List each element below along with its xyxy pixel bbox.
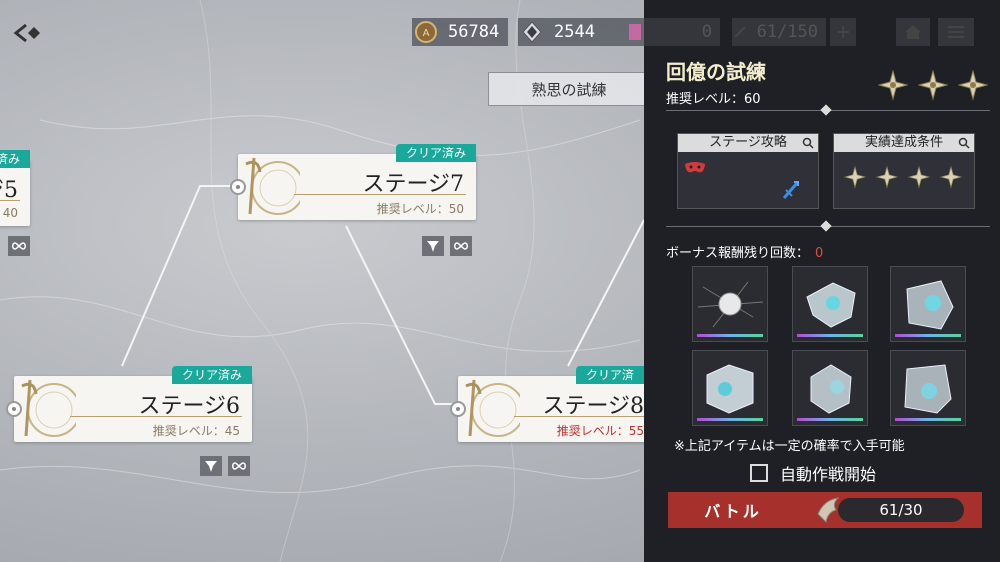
star-icon bbox=[958, 70, 988, 100]
stage-art bbox=[458, 376, 520, 442]
auto-battle-toggle[interactable]: 自動作戦開始 bbox=[750, 461, 876, 485]
achieve-label: 実績達成条件 bbox=[864, 135, 943, 150]
achievement-stars bbox=[844, 166, 962, 188]
magnify-icon[interactable] bbox=[802, 137, 814, 149]
crystal-icon bbox=[810, 364, 852, 414]
stamina-icon bbox=[732, 18, 749, 46]
loop-icon bbox=[12, 242, 26, 250]
stage-art bbox=[238, 154, 300, 220]
reward-item-orb[interactable] bbox=[692, 266, 768, 342]
auto-label: 自動作戦開始 bbox=[780, 465, 877, 484]
stage-level: 推奨レベル：55 bbox=[556, 424, 644, 438]
clear-badge: クリア済み bbox=[0, 150, 30, 168]
crystal-icon bbox=[518, 18, 546, 46]
svg-text:A: A bbox=[423, 28, 430, 39]
battle-label: バトル bbox=[704, 502, 762, 521]
stage-art bbox=[14, 376, 76, 442]
reward-item-crystal-e[interactable] bbox=[890, 350, 966, 426]
plus-icon bbox=[837, 26, 849, 38]
home-icon bbox=[905, 25, 921, 39]
third-counter: 0 bbox=[644, 18, 720, 46]
star-icon bbox=[918, 70, 948, 100]
clear-badge: クリア済 bbox=[575, 366, 644, 384]
stage-level: 推奨レベル：45 bbox=[152, 424, 240, 438]
bonus-count: 0 bbox=[815, 246, 824, 261]
orb-icon bbox=[697, 281, 764, 328]
stage5-badge bbox=[8, 236, 30, 256]
third-value: 0 bbox=[701, 22, 712, 42]
star-icon bbox=[878, 70, 908, 100]
loop-icon bbox=[232, 462, 246, 470]
back-arrow-icon bbox=[13, 23, 40, 43]
panel-title: 回億の試練 bbox=[666, 60, 766, 84]
stamina-counter: 61/150 bbox=[732, 18, 826, 46]
clear-badge: クリア済み bbox=[171, 366, 252, 384]
reward-item-crystal-a[interactable] bbox=[792, 266, 868, 342]
stage7-badge-a bbox=[422, 236, 444, 256]
reward-item-crystal-d[interactable] bbox=[792, 350, 868, 426]
star-icon bbox=[940, 166, 962, 188]
divider bbox=[70, 416, 242, 417]
bonus-label: ボーナス報酬残り回数： bbox=[666, 246, 810, 261]
achievement-box[interactable]: 実績達成条件 bbox=[833, 133, 975, 209]
stage6-badge-b bbox=[228, 456, 250, 476]
crystal-icon bbox=[906, 280, 954, 330]
crystal-icon bbox=[904, 364, 952, 414]
stage-strategy-box[interactable]: ステージ攻略 bbox=[677, 133, 819, 209]
gem-icon bbox=[626, 18, 644, 46]
stage-detail-panel: 回億の試練 推奨レベル：60 ステージ攻略 実績達成条件 ボーナス報酬残り回数：… bbox=[644, 0, 1000, 562]
strategy-label: ステージ攻略 bbox=[709, 135, 787, 150]
clear-badge: クリア済み bbox=[395, 144, 476, 162]
divider bbox=[0, 200, 20, 201]
separator bbox=[666, 220, 990, 232]
stage-card-5[interactable]: クリア済み ジ5 40 bbox=[0, 150, 30, 226]
stage-card-6[interactable]: クリア済み ステージ6 推奨レベル：45 bbox=[6, 366, 252, 442]
shield-icon bbox=[205, 461, 217, 472]
bonus-remaining: ボーナス報酬残り回数： 0 bbox=[666, 242, 823, 261]
back-button[interactable] bbox=[12, 20, 48, 46]
home-button[interactable] bbox=[896, 18, 930, 46]
crystal-icon bbox=[806, 282, 856, 328]
menu-button[interactable] bbox=[938, 18, 974, 46]
stage6-badge-a bbox=[200, 456, 222, 476]
drop-note: ※上記アイテムは一定の確率で入手可能 bbox=[674, 439, 905, 454]
mask-icon bbox=[685, 162, 705, 173]
stage-level: 推奨レベル：50 bbox=[376, 202, 464, 216]
star-icon bbox=[908, 166, 930, 188]
loop-icon bbox=[454, 242, 468, 250]
coin-value: 56784 bbox=[448, 22, 500, 42]
menu-icon bbox=[948, 26, 964, 38]
crystal-icon bbox=[706, 364, 754, 414]
rating-stars bbox=[878, 70, 988, 100]
shield-icon bbox=[427, 241, 439, 252]
stage-card-7[interactable]: クリア済み ステージ7 推奨レベル：50 bbox=[230, 144, 476, 220]
stamina-value: 61/150 bbox=[756, 22, 818, 42]
stage-level: 40 bbox=[2, 206, 18, 220]
trial-tab[interactable]: 熟思の試練 bbox=[488, 72, 650, 106]
coin-counter: A 56784 bbox=[412, 18, 508, 46]
battle-button[interactable]: バトル 61/30 bbox=[668, 492, 982, 528]
recommended-level: 推奨レベル：60 bbox=[666, 92, 761, 107]
reward-item-crystal-b[interactable] bbox=[890, 266, 966, 342]
divider bbox=[294, 194, 466, 195]
magnify-icon[interactable] bbox=[958, 137, 970, 149]
add-stamina-button[interactable] bbox=[830, 18, 856, 46]
star-icon bbox=[876, 166, 898, 188]
reward-item-crystal-c[interactable] bbox=[692, 350, 768, 426]
battle-stamina-count: 61/30 bbox=[838, 498, 964, 522]
stage7-badge-b bbox=[450, 236, 472, 256]
gem-counter bbox=[626, 18, 644, 46]
auto-checkbox[interactable] bbox=[750, 464, 768, 482]
crystal-counter: 2544 bbox=[518, 18, 626, 46]
separator bbox=[666, 104, 990, 116]
star-icon bbox=[844, 166, 866, 188]
crystal-value: 2544 bbox=[554, 22, 595, 42]
coin-icon: A bbox=[412, 18, 440, 46]
sword-icon bbox=[782, 181, 800, 199]
